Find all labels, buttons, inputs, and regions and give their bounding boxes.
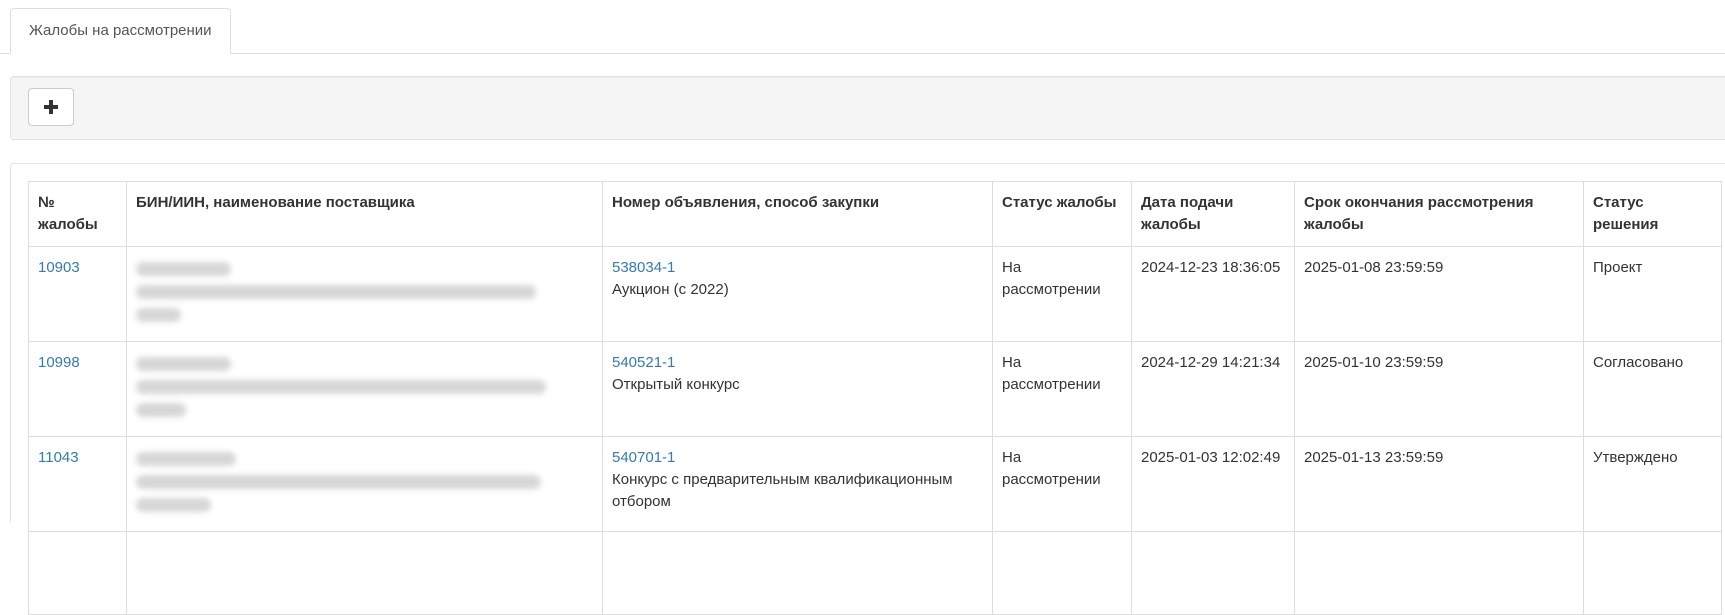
announcement-link[interactable]: 540701-1 xyxy=(612,449,675,466)
complaints-table: № жалобы БИН/ИИН, наименование поставщик… xyxy=(28,181,1722,615)
add-complaint-button[interactable] xyxy=(28,88,74,126)
header-decision-status: Статус решения xyxy=(1583,181,1722,247)
tab-bar: Жалобы на рассмотрении xyxy=(0,0,1725,54)
cell-submission-date: 2024-12-23 18:36:05 xyxy=(1131,246,1295,342)
redacted-supplier-name xyxy=(136,285,536,299)
cell-decision-status xyxy=(1583,531,1722,615)
redacted-supplier-name-end xyxy=(136,308,181,322)
cell-complaint-number: 10998 xyxy=(28,341,127,437)
header-review-deadline: Срок окончания рассмотрения жалобы xyxy=(1294,181,1584,247)
cell-complaint-status: На рассмотрении xyxy=(992,436,1132,532)
cell-complaint-number xyxy=(28,531,127,615)
cell-announcement: 540521-1 Открытый конкурс xyxy=(602,341,993,437)
procurement-method: Открытый конкурс xyxy=(612,376,740,393)
cell-review-deadline: 2025-01-13 23:59:59 xyxy=(1294,436,1584,532)
complaint-number-link[interactable]: 11043 xyxy=(38,449,79,466)
cell-review-deadline: 2025-01-08 23:59:59 xyxy=(1294,246,1584,342)
cell-decision-status: Проект xyxy=(1583,246,1722,342)
cell-complaint-status xyxy=(992,531,1132,615)
cell-complaint-number: 10903 xyxy=(28,246,127,342)
header-announcement: Номер объявления, способ закупки xyxy=(602,181,993,247)
announcement-link[interactable]: 540521-1 xyxy=(612,354,675,371)
announcement-link[interactable]: 538034-1 xyxy=(612,259,675,276)
cell-decision-status: Согласовано xyxy=(1583,341,1722,437)
cell-complaint-status: На рассмотрении xyxy=(992,246,1132,342)
cell-supplier xyxy=(126,246,603,342)
cell-complaint-number: 11043 xyxy=(28,436,127,532)
redacted-supplier-id xyxy=(136,357,231,371)
header-supplier: БИН/ИИН, наименование поставщика xyxy=(126,181,603,247)
table-row: 10903 538034-1 Аукцион (с 2022) На рассм… xyxy=(28,246,1722,342)
header-complaint-status: Статус жалобы xyxy=(992,181,1132,247)
redacted-supplier-id xyxy=(136,262,231,276)
tab-label: Жалобы на рассмотрении xyxy=(29,22,212,39)
redacted-supplier-name xyxy=(136,475,541,489)
complaint-number-link[interactable]: 10903 xyxy=(38,259,80,276)
procurement-method: Аукцион (с 2022) xyxy=(612,281,729,298)
cell-supplier xyxy=(126,341,603,437)
redacted-supplier-name xyxy=(136,380,546,394)
cell-submission-date xyxy=(1131,531,1295,615)
cell-supplier xyxy=(126,436,603,532)
cell-announcement: 538034-1 Аукцион (с 2022) xyxy=(602,246,993,342)
redacted-supplier-id xyxy=(136,452,236,466)
header-submission-date: Дата подачи жалобы xyxy=(1131,181,1295,247)
cell-review-deadline xyxy=(1294,531,1584,615)
toolbar xyxy=(10,76,1725,140)
redacted-supplier-name-end xyxy=(136,498,211,512)
cell-decision-status: Утверждено xyxy=(1583,436,1722,532)
cell-supplier xyxy=(126,531,603,615)
plus-icon xyxy=(44,100,58,114)
cell-submission-date: 2024-12-29 14:21:34 xyxy=(1131,341,1295,437)
table-row xyxy=(28,531,1722,615)
table-row: 10998 540521-1 Открытый конкурс На рассм… xyxy=(28,341,1722,437)
cell-submission-date: 2025-01-03 12:02:49 xyxy=(1131,436,1295,532)
header-complaint-number: № жалобы xyxy=(28,181,127,247)
cell-announcement: 540701-1 Конкурс с предварительным квали… xyxy=(602,436,993,532)
cell-review-deadline: 2025-01-10 23:59:59 xyxy=(1294,341,1584,437)
tab-complaints-under-review[interactable]: Жалобы на рассмотрении xyxy=(10,8,231,54)
table-header-row: № жалобы БИН/ИИН, наименование поставщик… xyxy=(28,181,1722,247)
cell-complaint-status: На рассмотрении xyxy=(992,341,1132,437)
table-row: 11043 540701-1 Конкурс с предварительным… xyxy=(28,436,1722,532)
complaint-number-link[interactable]: 10998 xyxy=(38,354,80,371)
redacted-supplier-name-end xyxy=(136,403,186,417)
procurement-method: Конкурс с предварительным квалификационн… xyxy=(612,471,953,510)
cell-announcement xyxy=(602,531,993,615)
